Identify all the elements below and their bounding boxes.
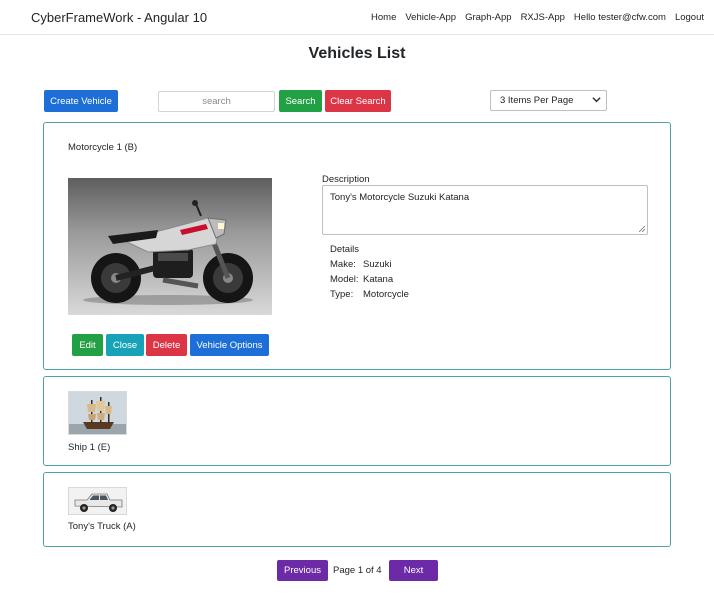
nav-link-logout[interactable]: Logout [675,12,704,23]
detail-row-type: Type: Motorcycle [330,287,409,302]
vehicle-title[interactable]: Tony's Truck (A) [68,521,136,532]
detail-row-make: Make: Suzuki [330,257,409,272]
edit-button[interactable]: Edit [72,334,103,356]
truck-thumbnail[interactable] [68,487,127,515]
chevron-down-icon [592,97,601,103]
resize-handle-icon[interactable] [639,226,645,232]
description-textarea[interactable]: Tony's Motorcycle Suzuki Katana [322,185,648,235]
detail-value: Katana [363,274,394,285]
description-label: Description [322,174,370,185]
app-brand[interactable]: CyberFrameWork - Angular 10 [31,10,207,25]
create-vehicle-button[interactable]: Create Vehicle [44,90,118,112]
detail-value: Motorcycle [363,289,409,300]
items-per-page-value: 3 Items Per Page [500,95,574,106]
vehicle-title[interactable]: Motorcycle 1 (B) [68,142,137,153]
nav-link-rxjs-app[interactable]: RXJS-App [521,12,565,23]
nav-link-home[interactable]: Home [371,12,396,23]
clear-search-button[interactable]: Clear Search [325,90,391,112]
detail-key: Type: [330,289,354,300]
vehicle-options-button[interactable]: Vehicle Options [190,334,269,356]
detail-row-model: Model: Katana [330,272,409,287]
previous-page-button[interactable]: Previous [277,560,328,581]
nav-links: Home Vehicle-App Graph-App RXJS-App Hell… [371,12,704,23]
top-navbar: CyberFrameWork - Angular 10 Home Vehicle… [0,0,714,35]
nav-link-vehicle-app[interactable]: Vehicle-App [405,12,456,23]
page-indicator: Page 1 of 4 [333,565,382,576]
nav-link-graph-app[interactable]: Graph-App [465,12,511,23]
search-button[interactable]: Search [279,90,322,112]
detail-key: Make: [330,259,356,270]
search-input[interactable] [158,91,275,112]
delete-button[interactable]: Delete [146,334,187,356]
items-per-page-select[interactable]: 3 Items Per Page [490,90,607,111]
next-page-button[interactable]: Next [389,560,438,581]
detail-value: Suzuki [363,259,392,270]
ship-thumbnail[interactable] [68,391,127,435]
motorcycle-image [68,178,272,315]
close-button[interactable]: Close [106,334,144,356]
description-text: Tony's Motorcycle Suzuki Katana [330,192,470,203]
vehicle-title[interactable]: Ship 1 (E) [68,442,110,453]
page-title: Vehicles List [308,45,406,62]
vehicle-card-ship[interactable]: Ship 1 (E) [43,376,671,466]
nav-user-greeting[interactable]: Hello tester@cfw.com [574,12,666,23]
vehicle-card-truck[interactable]: Tony's Truck (A) [43,472,671,547]
vehicle-card-motorcycle: Motorcycle 1 (B) Description Tony's Moto… [43,122,671,370]
detail-key: Model: [330,274,359,285]
details-label: Details [330,244,360,255]
vehicle-details: Details Make: Suzuki Model: Katana Type:… [330,242,409,302]
